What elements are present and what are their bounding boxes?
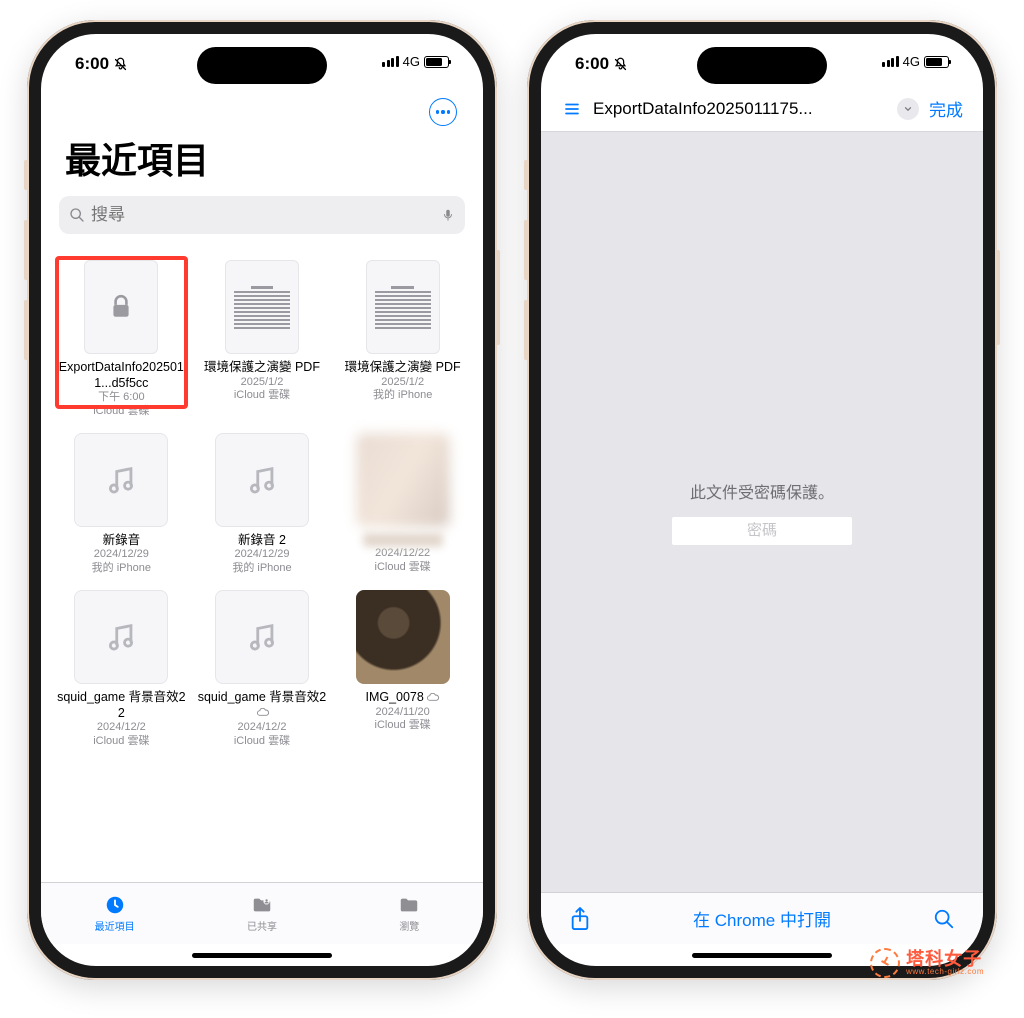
- music-note-icon: [104, 620, 138, 654]
- file-location: iCloud 雲碟: [93, 405, 149, 419]
- file-thumb-doc: [366, 260, 440, 354]
- file-item[interactable]: IMG_0078 2024/11/20 iCloud 雲碟: [336, 586, 469, 753]
- file-meta: 2024/12/2: [97, 721, 146, 735]
- silent-mode-icon: [613, 57, 628, 72]
- file-item[interactable]: 新錄音 2024/12/29 我的 iPhone: [55, 429, 188, 580]
- password-input[interactable]: 密碼: [672, 517, 852, 545]
- folder-shared-icon: [250, 894, 274, 916]
- file-location: iCloud 雲碟: [234, 389, 290, 403]
- dynamic-island: [197, 47, 327, 84]
- title-dropdown-button[interactable]: [897, 98, 919, 120]
- share-icon[interactable]: [569, 906, 591, 932]
- more-options-button[interactable]: [429, 98, 457, 126]
- folder-icon: [397, 894, 421, 916]
- file-thumb-audio: [215, 433, 309, 527]
- watermark-logo-icon: [870, 948, 900, 978]
- file-meta: 2024/12/2: [238, 721, 287, 735]
- status-time: 6:00: [575, 54, 609, 74]
- file-name: 環境保護之演變 PDF: [345, 360, 461, 376]
- file-thumb-doc: [225, 260, 299, 354]
- file-thumb-image: [356, 590, 450, 684]
- phone-frame-right: 6:00 4G ExportDataInfo2025011175... 完成: [527, 20, 997, 980]
- open-in-chrome-button[interactable]: 在 Chrome 中打開: [693, 906, 831, 931]
- file-location: 我的 iPhone: [92, 562, 151, 576]
- page-title: 最近項目: [41, 126, 483, 196]
- cellular-label: 4G: [903, 54, 920, 69]
- watermark-url: www.tech-girlz.com: [906, 968, 984, 976]
- file-location: iCloud 雲碟: [375, 561, 431, 575]
- file-item[interactable]: squid_game 背景音效2 2024/12/2 iCloud 雲碟: [196, 586, 329, 753]
- nav-bar: ExportDataInfo2025011175... 完成: [541, 94, 983, 131]
- lock-icon: [108, 292, 134, 322]
- file-meta: 下午 6:00: [98, 391, 144, 405]
- cloud-download-icon: [256, 708, 270, 718]
- file-item[interactable]: 新錄音 2 2024/12/29 我的 iPhone: [196, 429, 329, 580]
- cloud-download-icon: [426, 693, 440, 703]
- dictation-icon[interactable]: [441, 206, 455, 224]
- chevron-down-icon: [903, 104, 913, 114]
- battery-icon: [924, 56, 949, 68]
- file-item[interactable]: 2024/12/22 iCloud 雲碟: [336, 429, 469, 580]
- document-area: 此文件受密碼保護。 密碼: [541, 131, 983, 892]
- tab-shared[interactable]: 已共享: [188, 883, 335, 944]
- file-item[interactable]: squid_game 背景音效2 2 2024/12/2 iCloud 雲碟: [55, 586, 188, 753]
- music-note-icon: [245, 463, 279, 497]
- watermark: 塔科女子 www.tech-girlz.com: [870, 948, 984, 978]
- file-name: IMG_0078: [365, 690, 439, 706]
- dynamic-island: [697, 47, 827, 84]
- file-name: 新錄音 2: [238, 533, 286, 549]
- music-note-icon: [245, 620, 279, 654]
- tab-bar: 最近項目 已共享 瀏覽: [41, 882, 483, 944]
- search-icon: [69, 207, 85, 223]
- file-item[interactable]: 環境保護之演變 PDF 2025/1/2 iCloud 雲碟: [196, 256, 329, 423]
- home-indicator[interactable]: [41, 944, 483, 966]
- done-button[interactable]: 完成: [929, 96, 963, 121]
- file-location: 我的 iPhone: [232, 562, 291, 576]
- battery-icon: [424, 56, 449, 68]
- file-thumb-audio: [74, 590, 168, 684]
- file-thumb-locked: [84, 260, 158, 354]
- file-location: iCloud 雲碟: [234, 735, 290, 749]
- file-meta: 2025/1/2: [241, 376, 284, 390]
- cellular-signal-icon: [382, 56, 399, 67]
- tab-recent[interactable]: 最近項目: [41, 883, 188, 944]
- tab-browse[interactable]: 瀏覽: [336, 883, 483, 944]
- cellular-signal-icon: [882, 56, 899, 67]
- file-name: ExportDataInfo2025011...d5f5cc: [57, 360, 186, 391]
- cellular-label: 4G: [403, 54, 420, 69]
- search-field[interactable]: [59, 196, 465, 234]
- phone-frame-left: 6:00 4G 最近項目: [27, 20, 497, 980]
- file-name: 環境保護之演變 PDF: [204, 360, 320, 376]
- document-title: ExportDataInfo2025011175...: [593, 99, 887, 119]
- file-thumb-audio: [74, 433, 168, 527]
- silent-mode-icon: [113, 57, 128, 72]
- bottom-toolbar: 在 Chrome 中打開: [541, 892, 983, 944]
- file-location: iCloud 雲碟: [93, 735, 149, 749]
- password-protected-message: 此文件受密碼保護。: [690, 479, 834, 503]
- file-meta: 2024/12/29: [234, 548, 289, 562]
- file-item[interactable]: 環境保護之演變 PDF 2025/1/2 我的 iPhone: [336, 256, 469, 423]
- list-icon[interactable]: [561, 100, 583, 118]
- clock-icon: [103, 894, 127, 916]
- status-time: 6:00: [75, 54, 109, 74]
- file-meta: 2024/12/22: [375, 547, 430, 561]
- search-input[interactable]: [91, 205, 435, 225]
- file-meta: 2024/12/29: [94, 548, 149, 562]
- file-name: [363, 533, 443, 547]
- file-location: iCloud 雲碟: [375, 719, 431, 733]
- files-grid: ExportDataInfo2025011...d5f5cc 下午 6:00 i…: [41, 248, 483, 882]
- watermark-title: 塔科女子: [906, 950, 984, 968]
- file-meta: 2024/11/20: [376, 706, 430, 720]
- file-meta: 2025/1/2: [381, 376, 424, 390]
- file-thumb-blurred: [356, 433, 450, 527]
- search-icon[interactable]: [933, 908, 955, 930]
- file-name: squid_game 背景音效2 2: [57, 690, 186, 721]
- music-note-icon: [104, 463, 138, 497]
- file-name: 新錄音: [103, 533, 141, 549]
- file-item[interactable]: ExportDataInfo2025011...d5f5cc 下午 6:00 i…: [55, 256, 188, 423]
- file-thumb-audio: [215, 590, 309, 684]
- file-name: squid_game 背景音效2: [198, 690, 327, 721]
- file-location: 我的 iPhone: [373, 389, 432, 403]
